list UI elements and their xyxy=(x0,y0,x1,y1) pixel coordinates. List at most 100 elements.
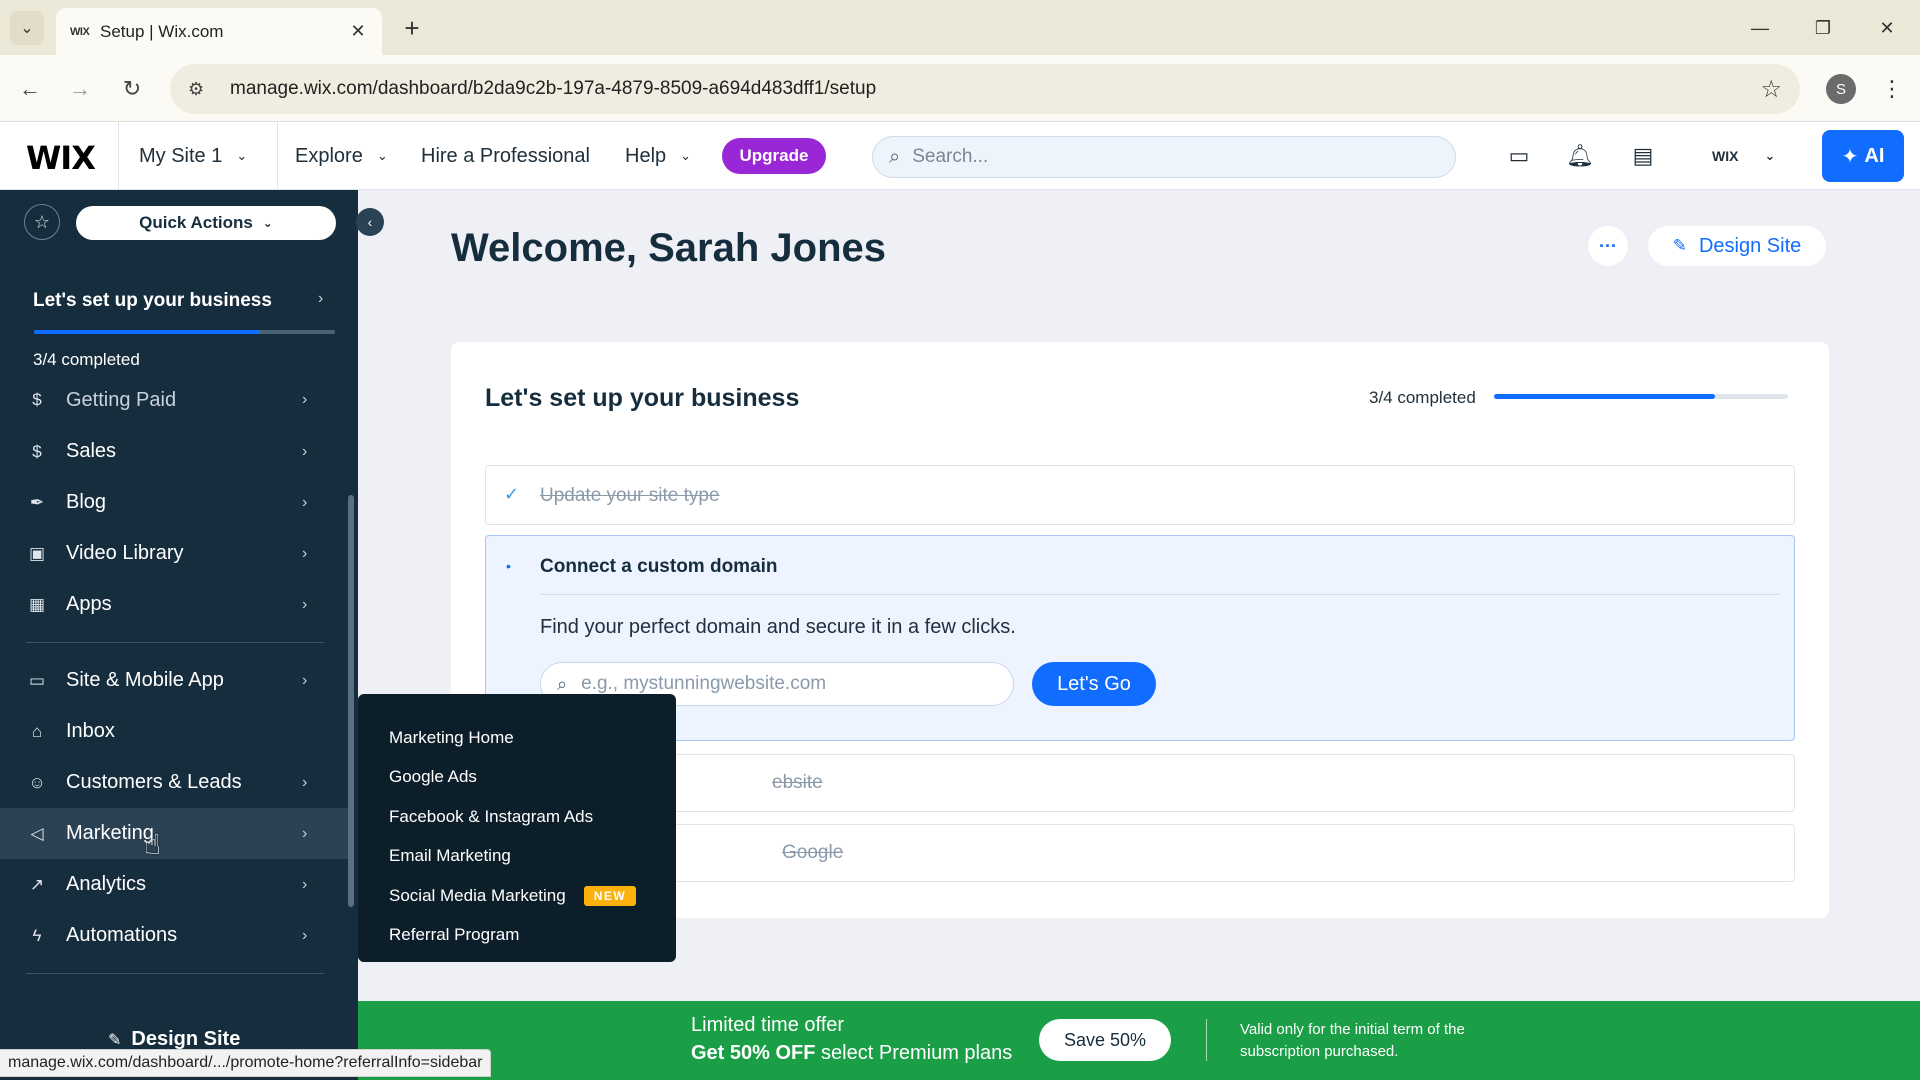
promo-divider xyxy=(1206,1019,1207,1061)
sidebar-item-customers-leads[interactable]: ☺ Customers & Leads › xyxy=(0,757,350,808)
quick-actions-button[interactable]: Quick Actions ⌄ xyxy=(76,206,336,240)
step-item-4[interactable]: Google xyxy=(485,824,1795,882)
bell-icon[interactable]: 🔔︎ xyxy=(1564,140,1596,172)
pencil-icon: ✎ xyxy=(108,1032,122,1049)
nav-explore[interactable]: Explore ⌄ xyxy=(295,122,388,190)
browser-tab[interactable]: WIX Setup | Wix.com ✕ xyxy=(56,8,382,55)
forward-button[interactable]: → xyxy=(62,71,98,107)
promo-offer-rest: select Premium plans xyxy=(821,1042,1013,1064)
sidebar-item-label: Apps xyxy=(66,593,112,615)
sidebar-divider xyxy=(26,973,324,974)
close-window-button[interactable]: ✕ xyxy=(1862,10,1912,46)
arrow-right-icon: → xyxy=(69,76,91,101)
marketing-flyout-menu: Marketing Home Google Ads Facebook & Ins… xyxy=(358,694,676,962)
search-input[interactable] xyxy=(912,146,1413,168)
step-label: ebsite xyxy=(772,772,823,793)
flyout-item-facebook-instagram-ads[interactable]: Facebook & Instagram Ads xyxy=(358,797,676,837)
sidebar-item-label: Video Library xyxy=(66,542,184,564)
sidebar-item-inbox[interactable]: ⌂ Inbox xyxy=(0,706,350,757)
sidebar-item-sales[interactable]: $ Sales › xyxy=(0,426,350,477)
sidebar-item-getting-paid[interactable]: $ Getting Paid › xyxy=(0,374,350,426)
bookmark-star-icon[interactable]: ☆ xyxy=(1760,75,1782,104)
step-label: Google xyxy=(782,842,844,863)
bullet-icon: • xyxy=(506,558,511,574)
sidebar-item-analytics[interactable]: ↗ Analytics › xyxy=(0,859,350,910)
flyout-item-marketing-home[interactable]: Marketing Home xyxy=(358,718,676,758)
news-icon[interactable]: ▤ xyxy=(1627,140,1659,172)
dashboard-search[interactable]: ⌕ xyxy=(872,136,1456,178)
close-tab-icon[interactable]: ✕ xyxy=(348,21,368,42)
chevron-right-icon: › xyxy=(302,544,308,562)
sidebar-item-automations[interactable]: ϟ Automations › xyxy=(0,910,350,961)
account-logo: WIX xyxy=(1712,148,1739,164)
divider xyxy=(540,594,1780,595)
star-icon[interactable]: ☆ xyxy=(24,204,60,240)
chevron-right-icon: › xyxy=(302,926,308,944)
step-description: Find your perfect domain and secure it i… xyxy=(540,616,1016,638)
lets-go-button[interactable]: Let's Go xyxy=(1032,662,1156,706)
sidebar-item-marketing[interactable]: ◁ Marketing › xyxy=(0,808,350,859)
promo-headline: Limited time offer xyxy=(691,1014,845,1036)
url-text[interactable]: manage.wix.com/dashboard/b2da9c2b-197a-4… xyxy=(230,78,1760,100)
chevron-right-icon: › xyxy=(302,391,308,408)
sidebar-item-blog[interactable]: ✒ Blog › xyxy=(0,477,350,528)
sidebar-design-site-button[interactable]: ✎ Design Site xyxy=(108,1028,240,1051)
design-site-label: Design Site xyxy=(131,1028,241,1050)
video-icon: ▣ xyxy=(28,543,46,563)
omnibox[interactable]: ⚙ manage.wix.com/dashboard/b2da9c2b-197a… xyxy=(170,64,1800,114)
ai-assistant-button[interactable]: ✦ AI xyxy=(1822,130,1904,182)
collapse-sidebar-button[interactable]: ‹ xyxy=(356,208,384,236)
back-button[interactable]: ← xyxy=(12,71,48,107)
sidebar-item-label: Automations xyxy=(66,924,178,946)
restore-button[interactable]: ❐ xyxy=(1798,10,1848,46)
sidebar-item-video-library[interactable]: ▣ Video Library › xyxy=(0,528,350,579)
search-icon: ⌕ xyxy=(557,673,568,694)
sidebar-item-site-mobile-app[interactable]: ▭ Site & Mobile App › xyxy=(0,655,350,706)
chat-icon[interactable]: ▭ xyxy=(1503,140,1535,172)
sidebar-setup-title[interactable]: Let's set up your business xyxy=(33,290,272,312)
sidebar-item-apps[interactable]: ▦ Apps › xyxy=(0,579,350,630)
chevron-right-icon: › xyxy=(318,290,324,307)
minimize-button[interactable]: — xyxy=(1735,10,1785,46)
browser-menu-icon[interactable]: ⋮ xyxy=(1874,71,1910,107)
site-name: My Site 1 xyxy=(139,144,223,167)
sidebar-setup-completed: 3/4 completed xyxy=(33,350,140,369)
flyout-item-google-ads[interactable]: Google Ads xyxy=(358,758,676,798)
step-title: Connect a custom domain xyxy=(540,556,778,577)
tab-search-button[interactable]: ⌄ xyxy=(10,11,44,45)
sidebar-item-label: Site & Mobile App xyxy=(66,669,224,691)
profile-avatar[interactable]: S xyxy=(1826,74,1856,104)
inbox-icon: ⌂ xyxy=(31,721,43,741)
pencil-icon: ✎ xyxy=(1672,236,1687,255)
page-title: Welcome, Sarah Jones xyxy=(451,226,886,270)
reload-button[interactable]: ↻ xyxy=(114,71,150,107)
flyout-item-email-marketing[interactable]: Email Marketing xyxy=(358,837,676,877)
new-tab-button[interactable]: + xyxy=(396,12,428,44)
account-switcher[interactable]: WIX ⌄ xyxy=(1712,122,1775,190)
flyout-item-label: Facebook & Instagram Ads xyxy=(389,806,594,826)
site-info-icon[interactable]: ⚙ xyxy=(188,79,218,100)
close-icon: ✕ xyxy=(1879,17,1895,38)
browser-tabstrip: ⌄ WIX Setup | Wix.com ✕ + — ❐ ✕ xyxy=(0,0,1920,55)
progress-fill xyxy=(34,330,260,334)
nav-help-label: Help xyxy=(625,144,667,167)
wix-favicon-icon: WIX xyxy=(70,25,90,38)
flyout-item-referral-program[interactable]: Referral Program xyxy=(358,916,676,956)
upgrade-button[interactable]: Upgrade xyxy=(722,138,826,174)
site-selector[interactable]: My Site 1 ⌄ xyxy=(118,122,278,190)
wix-logo[interactable]: WIX xyxy=(26,139,96,177)
arrow-left-icon: ← xyxy=(19,76,41,101)
apps-icon: ▦ xyxy=(28,594,46,614)
more-actions-button[interactable]: ··· xyxy=(1588,226,1628,266)
wix-top-bar: WIX My Site 1 ⌄ Explore ⌄ Hire a Professi… xyxy=(0,122,1920,190)
nav-help[interactable]: Help ⌄ xyxy=(625,122,691,190)
nav-hire-professional[interactable]: Hire a Professional xyxy=(421,122,590,190)
step-update-site-type[interactable]: ✓ Update your site type xyxy=(485,465,1795,525)
sidebar-scrollbar[interactable] xyxy=(348,495,354,907)
step-item-3[interactable]: ebsite xyxy=(485,754,1795,812)
flyout-item-social-media-marketing[interactable]: Social Media Marketing NEW xyxy=(358,876,676,916)
save-50-button[interactable]: Save 50% xyxy=(1039,1019,1171,1061)
design-site-button[interactable]: ✎ Design Site xyxy=(1648,226,1826,266)
domain-input[interactable] xyxy=(581,673,982,695)
chevron-right-icon: › xyxy=(302,671,308,689)
